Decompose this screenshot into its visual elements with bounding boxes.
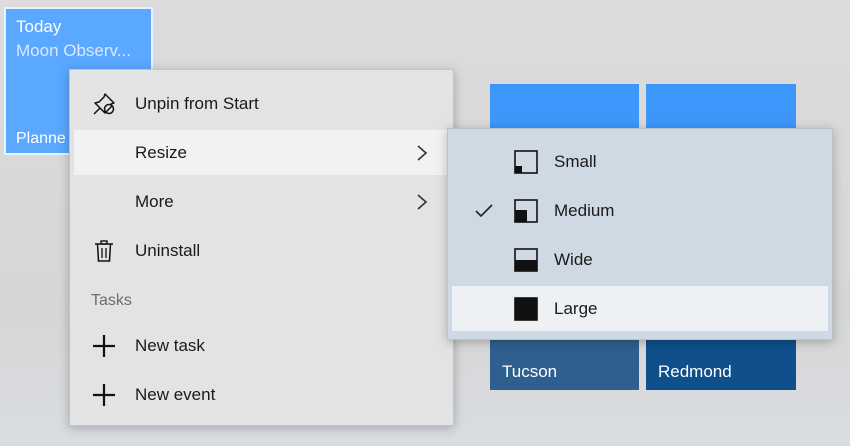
menu-item-label: Unpin from Start — [135, 94, 259, 113]
plus-icon — [93, 384, 115, 406]
menu-item-label: Uninstall — [135, 241, 201, 260]
app-tile[interactable] — [490, 84, 639, 130]
menu-item-new-event[interactable]: New event — [74, 372, 449, 417]
resize-option-wide[interactable]: Wide — [452, 237, 828, 282]
tile-app-name: Planne — [16, 130, 66, 147]
large-size-icon — [514, 297, 538, 321]
menu-item-resize[interactable]: Resize — [74, 130, 449, 175]
checkmark-icon — [475, 204, 493, 218]
tile-heading: Today — [16, 17, 62, 36]
resize-option-label: Wide — [554, 250, 593, 269]
menu-item-label: More — [135, 192, 174, 211]
chevron-right-icon — [417, 145, 428, 161]
resize-option-label: Large — [554, 299, 598, 318]
menu-item-more[interactable]: More — [74, 179, 449, 224]
trash-icon — [95, 240, 113, 262]
menu-item-label: New event — [135, 385, 216, 404]
medium-size-icon — [514, 199, 538, 223]
resize-option-small[interactable]: Small — [452, 139, 828, 184]
menu-item-label: New task — [135, 336, 205, 355]
context-menu: Unpin from Start Resize More Uninstall T… — [69, 69, 454, 426]
menu-item-uninstall[interactable]: Uninstall — [74, 228, 449, 273]
menu-item-new-task[interactable]: New task — [74, 323, 449, 368]
weather-tile-tucson[interactable]: Tucson — [490, 340, 639, 390]
resize-submenu: Small Medium Wide Large — [447, 128, 833, 340]
weather-tile-redmond[interactable]: Redmond — [646, 340, 796, 390]
resize-option-large[interactable]: Large — [452, 286, 828, 331]
small-size-icon — [514, 150, 538, 174]
menu-item-unpin[interactable]: Unpin from Start — [74, 81, 449, 126]
resize-option-label: Medium — [554, 201, 615, 220]
tile-event-text: Moon Observ... — [16, 41, 131, 60]
menu-item-label: Resize — [135, 143, 187, 162]
tile-label: Redmond — [658, 362, 732, 381]
resize-option-medium[interactable]: Medium — [452, 188, 828, 233]
unpin-icon — [93, 93, 115, 115]
wide-size-icon — [514, 248, 538, 272]
chevron-right-icon — [417, 194, 428, 210]
resize-option-label: Small — [554, 152, 597, 171]
plus-icon — [93, 335, 115, 357]
tasks-section-header: Tasks — [91, 292, 132, 309]
tile-label: Tucson — [502, 362, 558, 381]
app-tile[interactable] — [646, 84, 796, 130]
